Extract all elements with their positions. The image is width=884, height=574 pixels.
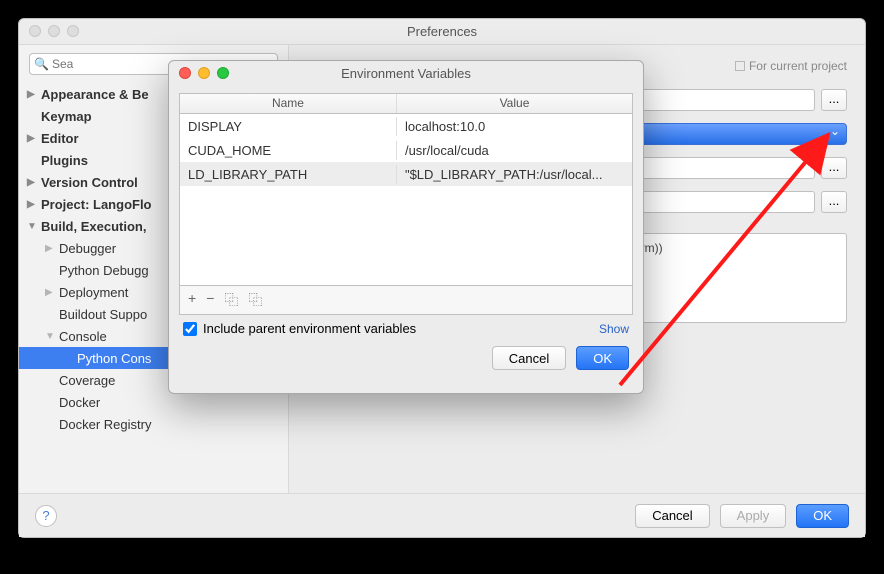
tree-item[interactable]: Docker bbox=[19, 391, 288, 413]
tree-arrow-icon bbox=[27, 177, 39, 188]
table-body: DISPLAYlocalhost:10.0CUDA_HOME/usr/local… bbox=[180, 114, 632, 285]
traffic-lights bbox=[29, 25, 79, 37]
add-row-button[interactable]: + bbox=[188, 290, 196, 310]
cell-value: /usr/local/cuda bbox=[397, 141, 632, 160]
col-value-header[interactable]: Value bbox=[397, 94, 632, 113]
tree-item-label: Coverage bbox=[59, 373, 115, 388]
tree-item-label: Project: LangoFlo bbox=[41, 197, 152, 212]
dialog-titlebar: Environment Variables bbox=[169, 61, 643, 87]
working-dir-browse-button[interactable]: ... bbox=[821, 157, 847, 179]
include-parent-checkbox[interactable] bbox=[183, 322, 197, 336]
tree-item-label: Version Control bbox=[41, 175, 138, 190]
ok-button[interactable]: OK bbox=[796, 504, 849, 528]
cell-name: DISPLAY bbox=[180, 117, 397, 136]
minimize-icon[interactable] bbox=[48, 25, 60, 37]
tree-item-label: Python Cons bbox=[77, 351, 151, 366]
show-parent-link[interactable]: Show bbox=[599, 322, 629, 336]
tree-item-label: Debugger bbox=[59, 241, 116, 256]
tree-item-label: Buildout Suppo bbox=[59, 307, 147, 322]
tree-item-label: Editor bbox=[41, 131, 79, 146]
tree-item[interactable]: Docker Registry bbox=[19, 413, 288, 435]
cell-name: LD_LIBRARY_PATH bbox=[180, 165, 397, 184]
window-title: Preferences bbox=[407, 24, 477, 39]
cell-value: localhost:10.0 bbox=[397, 117, 632, 136]
tree-item-label: Python Debugg bbox=[59, 263, 149, 278]
tree-arrow-icon bbox=[45, 331, 57, 342]
tree-item-label: Console bbox=[59, 329, 107, 344]
apply-button[interactable]: Apply bbox=[720, 504, 787, 528]
env-vars-dialog: Environment Variables Name Value DISPLAY… bbox=[168, 60, 644, 394]
env-vars-table: Name Value DISPLAYlocalhost:10.0CUDA_HOM… bbox=[179, 93, 633, 315]
window-titlebar: Preferences bbox=[19, 19, 865, 45]
tree-arrow-icon bbox=[45, 287, 57, 298]
tree-arrow-icon bbox=[27, 133, 39, 144]
cancel-button[interactable]: Cancel bbox=[635, 504, 709, 528]
tree-item-label: Build, Execution, bbox=[41, 219, 146, 234]
col-name-header[interactable]: Name bbox=[180, 94, 397, 113]
table-toolbar: + − ⿻ ⿻ bbox=[180, 285, 632, 314]
table-header: Name Value bbox=[180, 94, 632, 114]
project-scope-badge: For current project bbox=[735, 59, 847, 73]
close-icon[interactable] bbox=[29, 25, 41, 37]
tree-arrow-icon bbox=[27, 89, 39, 100]
tree-item-label: Plugins bbox=[41, 153, 88, 168]
env-vars-browse-button[interactable]: ... bbox=[821, 89, 847, 111]
tree-item-label: Deployment bbox=[59, 285, 128, 300]
paste-button[interactable]: ⿻ bbox=[248, 290, 262, 310]
cell-value: "$LD_LIBRARY_PATH:/usr/local... bbox=[397, 165, 632, 184]
minimize-icon[interactable] bbox=[198, 67, 210, 79]
copy-button[interactable]: ⿻ bbox=[224, 290, 238, 310]
table-row[interactable]: LD_LIBRARY_PATH"$LD_LIBRARY_PATH:/usr/lo… bbox=[180, 162, 632, 186]
tree-item-label: Docker bbox=[59, 395, 100, 410]
help-button[interactable]: ? bbox=[35, 505, 57, 527]
preferences-footer: ? Cancel Apply OK bbox=[19, 493, 865, 537]
dialog-title: Environment Variables bbox=[341, 66, 471, 81]
zoom-icon[interactable] bbox=[67, 25, 79, 37]
table-row[interactable]: CUDA_HOME/usr/local/cuda bbox=[180, 138, 632, 162]
dialog-cancel-button[interactable]: Cancel bbox=[492, 346, 566, 370]
include-parent-label: Include parent environment variables bbox=[203, 321, 416, 336]
project-scope-label: For current project bbox=[749, 59, 847, 73]
remove-row-button[interactable]: − bbox=[206, 290, 214, 310]
dialog-footer: Cancel OK bbox=[169, 342, 643, 380]
search-icon: 🔍 bbox=[34, 57, 49, 71]
tree-arrow-icon bbox=[27, 199, 39, 210]
tree-item-label: Docker Registry bbox=[59, 417, 151, 432]
zoom-icon[interactable] bbox=[217, 67, 229, 79]
include-parent-row: Include parent environment variables Sho… bbox=[169, 315, 643, 342]
tree-arrow-icon bbox=[27, 221, 39, 232]
tree-item-label: Appearance & Be bbox=[41, 87, 149, 102]
project-scope-icon bbox=[735, 61, 745, 71]
cell-name: CUDA_HOME bbox=[180, 141, 397, 160]
table-row[interactable]: DISPLAYlocalhost:10.0 bbox=[180, 114, 632, 138]
tree-arrow-icon bbox=[45, 243, 57, 254]
content-root-browse-button[interactable]: ... bbox=[821, 191, 847, 213]
dialog-ok-button[interactable]: OK bbox=[576, 346, 629, 370]
close-icon[interactable] bbox=[179, 67, 191, 79]
tree-item-label: Keymap bbox=[41, 109, 92, 124]
